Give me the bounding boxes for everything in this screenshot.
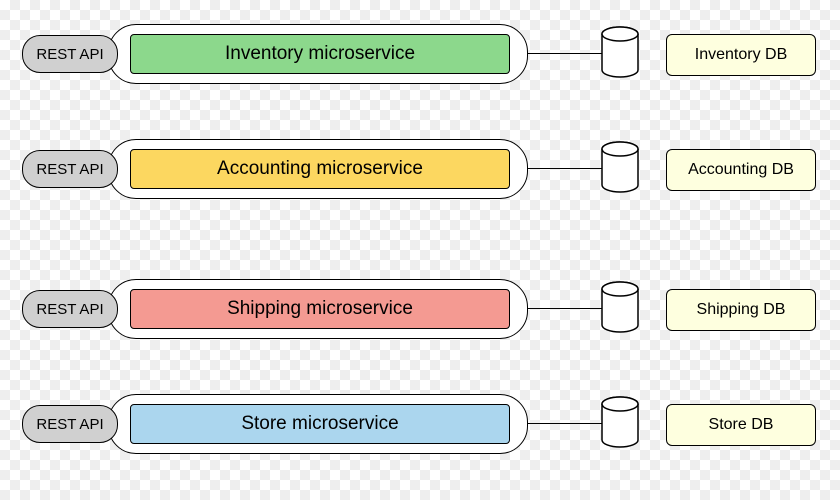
rest-api-label: REST API [36,46,103,63]
db-label: Inventory DB [695,46,787,64]
rest-api-label: REST API [36,301,103,318]
database-icon-2 [600,281,640,331]
connector-1 [528,168,610,169]
db-box-inventory: Inventory DB [666,34,816,76]
rest-api-label: REST API [36,416,103,433]
db-label: Shipping DB [697,301,786,319]
rest-api-label: REST API [36,161,103,178]
db-box-accounting: Accounting DB [666,149,816,191]
service-label: Shipping microservice [227,298,413,320]
db-box-shipping: Shipping DB [666,289,816,331]
rest-api-pill-1: REST API [22,150,118,188]
db-label: Accounting DB [688,161,794,179]
connector-0 [528,53,610,54]
connector-2 [528,308,610,309]
database-icon-0 [600,26,640,76]
service-label: Store microservice [241,413,398,435]
rest-api-pill-0: REST API [22,35,118,73]
service-box-inventory: Inventory microservice [130,34,510,74]
service-box-shipping: Shipping microservice [130,289,510,329]
service-label: Accounting microservice [217,158,423,180]
database-icon-1 [600,141,640,191]
service-box-accounting: Accounting microservice [130,149,510,189]
rest-api-pill-2: REST API [22,290,118,328]
connector-3 [528,423,610,424]
db-label: Store DB [709,416,774,434]
service-box-store: Store microservice [130,404,510,444]
rest-api-pill-3: REST API [22,405,118,443]
diagram-canvas: REST API Inventory microservice Inventor… [0,0,840,500]
service-label: Inventory microservice [225,43,415,65]
database-icon-3 [600,396,640,446]
db-box-store: Store DB [666,404,816,446]
